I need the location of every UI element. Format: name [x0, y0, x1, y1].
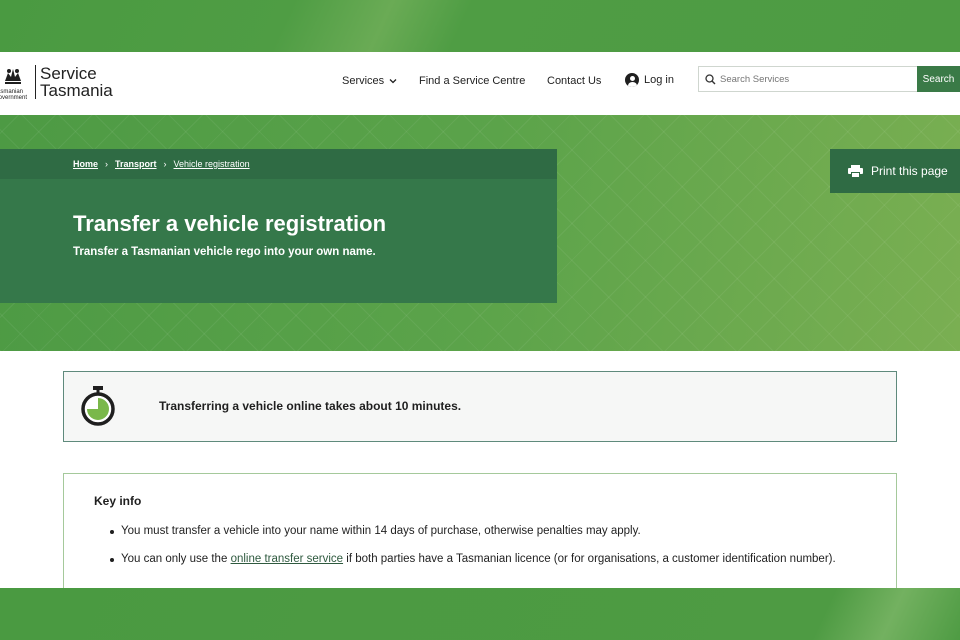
search-icon: [705, 73, 716, 84]
page-subtitle: Transfer a Tasmanian vehicle rego into y…: [73, 246, 376, 258]
page-title: Transfer a vehicle registration: [73, 211, 387, 236]
nav-log-in[interactable]: Log in: [625, 73, 674, 87]
logo-wordmark: Service Tasmania: [40, 65, 113, 99]
breadcrumb-transport[interactable]: Transport: [115, 159, 157, 169]
logo-government-text: Tasmanian Government: [0, 89, 28, 101]
time-notice-text: Transferring a vehicle online takes abou…: [159, 399, 462, 413]
breadcrumb: Home › Transport › Vehicle registration: [0, 149, 557, 179]
site-logo[interactable]: Tasmanian Government Service Tasmania: [0, 63, 113, 101]
tasmanian-government-logo-icon: Tasmanian Government: [0, 63, 32, 101]
search-input[interactable]: [720, 73, 910, 85]
time-notice: Transferring a vehicle online takes abou…: [63, 371, 897, 442]
print-label: Print this page: [871, 164, 948, 178]
key-info-box: Key info You must transfer a vehicle int…: [63, 473, 897, 588]
list-item: You must transfer a vehicle into your na…: [110, 524, 850, 539]
hero-panel: Home › Transport › Vehicle registration …: [0, 149, 557, 303]
background-bottom: [0, 588, 960, 640]
background-top: [0, 0, 960, 52]
chevron-down-icon: [389, 79, 397, 84]
nav-find-service-centre[interactable]: Find a Service Centre: [419, 75, 525, 87]
search-field: [698, 66, 918, 92]
nav-services[interactable]: Services: [342, 75, 397, 87]
list-item: You can only use the online transfer ser…: [110, 552, 850, 567]
breadcrumb-vehicle-registration[interactable]: Vehicle registration: [174, 159, 250, 169]
logo-text-service: Service: [40, 64, 97, 83]
list-item-text: You can only use the: [121, 553, 231, 565]
browser-viewport: Tasmanian Government Service Tasmania Se…: [0, 52, 960, 588]
list-item-text: if both parties have a Tasmanian licence…: [343, 553, 836, 565]
logo-divider: [35, 65, 36, 99]
logo-text-tasmania: Tasmania: [40, 81, 113, 100]
key-info-list: You must transfer a vehicle into your na…: [110, 524, 850, 580]
printer-icon: [848, 164, 863, 178]
user-icon: [625, 73, 639, 87]
breadcrumb-home[interactable]: Home: [73, 159, 98, 169]
breadcrumb-separator-icon: ›: [163, 159, 167, 169]
nav-contact-us[interactable]: Contact Us: [547, 75, 601, 87]
online-transfer-service-link[interactable]: online transfer service: [231, 553, 344, 565]
hero-banner: Home › Transport › Vehicle registration …: [0, 115, 960, 351]
nav-services-label: Services: [342, 75, 385, 87]
breadcrumb-separator-icon: ›: [105, 159, 109, 169]
search-button[interactable]: Search: [917, 66, 960, 92]
print-page-button[interactable]: Print this page: [830, 149, 960, 193]
site-header: Tasmanian Government Service Tasmania Se…: [0, 52, 960, 115]
key-info-title: Key info: [94, 494, 142, 508]
log-in-label: Log in: [644, 74, 674, 86]
stopwatch-icon: [81, 386, 115, 426]
